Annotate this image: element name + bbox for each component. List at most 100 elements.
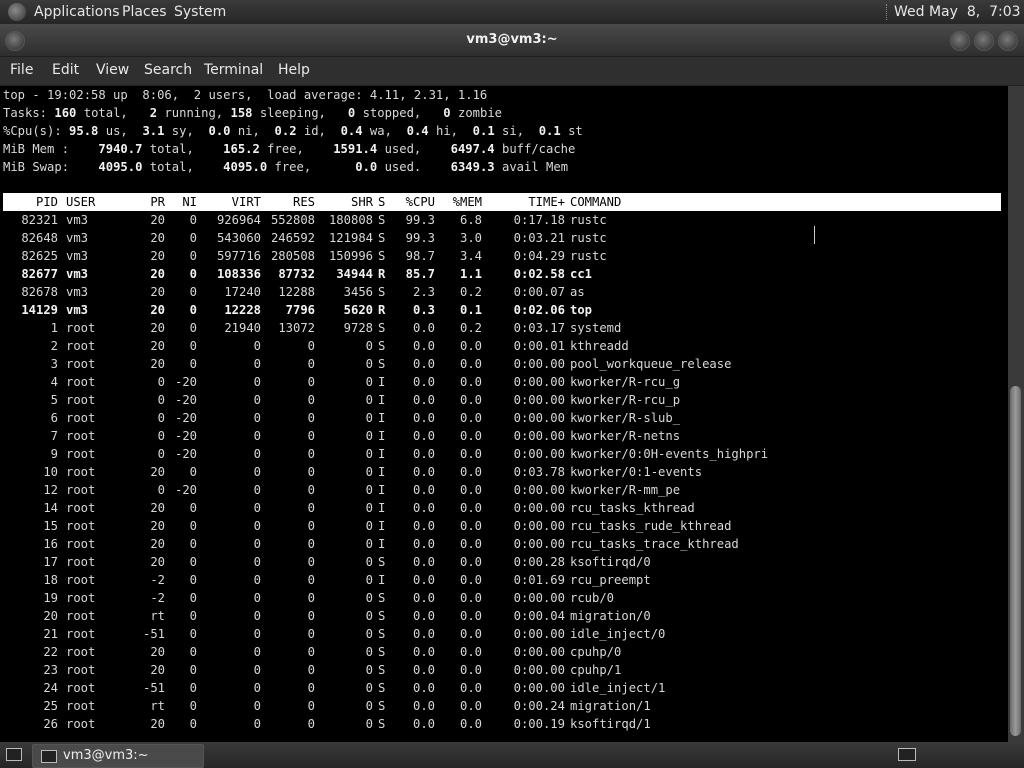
cell-cpu: 0.0	[412, 357, 435, 371]
summary-label: free,	[267, 160, 356, 174]
cell-state: S	[378, 717, 386, 731]
applications-logo-icon[interactable]	[8, 3, 26, 21]
summary-value: 6497.4	[450, 142, 495, 156]
cell-user: root	[66, 591, 96, 605]
summary-value: 3.1	[142, 124, 165, 138]
menu-search[interactable]: Search	[144, 57, 192, 83]
cell-mem: 0.0	[459, 429, 482, 443]
cell-shr: 0	[365, 681, 373, 695]
cell-res: 0	[307, 501, 315, 515]
cell-res: 0	[307, 717, 315, 731]
cell-mem: 0.0	[459, 483, 482, 497]
terminal-output[interactable]: top - 19:02:58 up 8:06, 2 users, load av…	[0, 86, 1008, 742]
places-menu[interactable]: Places	[122, 0, 167, 24]
cell-time: 0:01.69	[513, 573, 565, 587]
scrollbar-thumb[interactable]	[1010, 386, 1021, 736]
panel-separator	[886, 4, 889, 20]
applications-menu[interactable]: Applications	[34, 0, 120, 24]
cell-command: as	[570, 285, 585, 299]
table-row: 5 root 0 -20 0 0 0 I 0.0 0.0 0:00.00 kworker/R-rcu_…	[3, 391, 1003, 409]
cell-pr: -2	[150, 591, 165, 605]
table-row: 82321 vm3 20 0 926964 552808 180808 S 99.3 6.8 0:1…	[3, 211, 1003, 229]
cell-virt: 0	[253, 591, 261, 605]
cell-virt: 0	[253, 411, 261, 425]
cell-command: cpuhp/0	[570, 645, 622, 659]
cell-command: kworker/R-mm_pe	[570, 483, 681, 497]
taskbar-item-terminal[interactable]: vm3@vm3:~	[32, 744, 204, 768]
cell-pid: 14129	[21, 303, 58, 317]
cell-cpu: 0.0	[412, 663, 435, 677]
cell-ni: 0	[189, 303, 197, 317]
window-titlebar[interactable]: vm3@vm3:~	[0, 24, 1024, 57]
cell-pid: 5	[50, 393, 58, 407]
cell-mem: 0.0	[459, 645, 482, 659]
summary-value: 2	[149, 106, 158, 120]
table-row: 7 root 0 -20 0 0 0 I 0.0 0.0 0:00.00 kworker/R-netn…	[3, 427, 1003, 445]
workspace-switcher-icon[interactable]	[898, 748, 916, 761]
cell-cpu: 0.0	[412, 591, 435, 605]
terminal-icon	[41, 750, 57, 763]
cell-res: 13072	[278, 321, 315, 335]
table-row: 16 root 20 0 0 0 0 I 0.0 0.0 0:00.00 rcu_tasks_trac…	[3, 535, 1003, 553]
cell-virt: 0	[253, 465, 261, 479]
menu-view[interactable]: View	[96, 57, 129, 83]
cell-pid: 23	[43, 663, 58, 677]
cell-command: rustc	[570, 231, 607, 245]
cell-cpu: 0.0	[412, 393, 435, 407]
cell-res: 0	[307, 663, 315, 677]
cell-res: 0	[307, 357, 315, 371]
summary-value: 0.2	[274, 124, 297, 138]
maximize-icon[interactable]	[974, 31, 994, 51]
cell-virt: 926964	[216, 213, 261, 227]
cell-time: 0:00.00	[513, 429, 565, 443]
cell-shr: 0	[365, 699, 373, 713]
cell-cpu: 0.0	[412, 411, 435, 425]
cell-state: S	[378, 321, 386, 335]
cell-state: S	[378, 339, 386, 353]
cell-res: 280508	[270, 249, 315, 263]
cell-ni: 0	[189, 285, 197, 299]
terminal-scrollbar[interactable]	[1008, 86, 1024, 742]
menu-help[interactable]: Help	[278, 57, 310, 83]
cell-res: 0	[307, 645, 315, 659]
cell-pid: 82625	[21, 249, 58, 263]
cell-virt: 0	[253, 609, 261, 623]
cpu-line: %Cpu(s): 95.8 us, 3.1 sy, 0.0 ni, 0.2 id…	[3, 122, 583, 140]
cell-pr: 0	[157, 393, 165, 407]
minimize-icon[interactable]	[950, 31, 970, 51]
cell-virt: 12228	[224, 303, 261, 317]
cell-virt: 0	[253, 429, 261, 443]
cell-mem: 3.4	[459, 249, 482, 263]
cell-time: 0:00.00	[513, 357, 565, 371]
cell-command: ksoftirqd/1	[570, 717, 651, 731]
cell-user: root	[66, 465, 96, 479]
cell-cpu: 0.0	[412, 717, 435, 731]
clock[interactable]: Wed May 8, 7:03 PM	[894, 0, 1024, 24]
table-row: 10 root 20 0 0 0 0 I 0.0 0.0 0:03.78 kworker/0:1-ev…	[3, 463, 1003, 481]
cell-state: I	[378, 429, 386, 443]
cell-ni: 0	[189, 591, 197, 605]
menu-file[interactable]: File	[10, 57, 33, 83]
cell-pr: 20	[150, 267, 165, 281]
show-desktop-icon[interactable]	[6, 748, 22, 761]
cell-res: 0	[307, 699, 315, 713]
cell-user: root	[66, 555, 96, 569]
cell-shr: 9728	[343, 321, 373, 335]
cell-virt: 21940	[224, 321, 261, 335]
menu-terminal[interactable]: Terminal	[204, 57, 263, 83]
cell-command: migration/1	[570, 699, 651, 713]
cell-time: 0:00.24	[513, 699, 565, 713]
process-table-header: PID USER PR NI VIRT RES SHR S %CPU %MEM TIME+ COMMA…	[3, 193, 1001, 211]
cell-ni: 0	[189, 321, 197, 335]
column-header-res: RES	[292, 195, 315, 209]
cell-user: root	[66, 447, 96, 461]
table-row: 25 root rt 0 0 0 0 S 0.0 0.0 0:00.24 migration/1	[3, 697, 1003, 715]
close-icon[interactable]	[998, 31, 1018, 51]
cell-shr: 0	[365, 555, 373, 569]
cell-res: 552808	[270, 213, 315, 227]
summary-value: 0	[443, 106, 451, 120]
system-menu[interactable]: System	[174, 0, 226, 24]
cell-state: S	[378, 645, 386, 659]
menu-edit[interactable]: Edit	[52, 57, 79, 83]
cell-virt: 0	[253, 357, 261, 371]
